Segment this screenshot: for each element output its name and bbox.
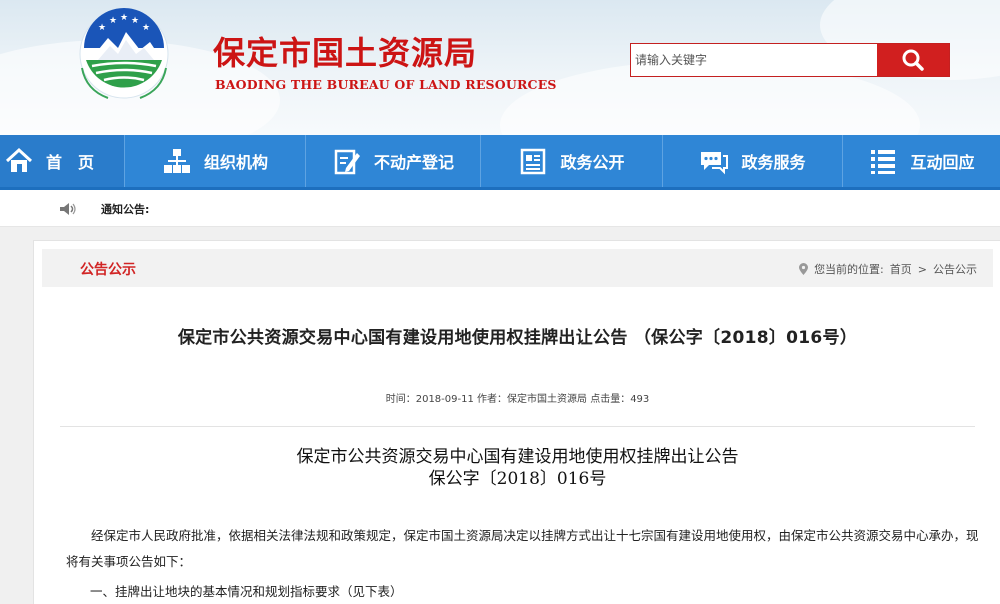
svg-text:★: ★ <box>120 13 128 23</box>
location-pin-icon <box>799 263 809 275</box>
speaker-icon <box>60 203 76 215</box>
article-paragraph: 经保定市人民政府批准，依据相关法律法规和政策规定，保定市国土资源局决定以挂牌方式… <box>66 528 979 569</box>
nav-label: 互动回应 <box>910 153 975 172</box>
nav-item-interaction[interactable]: 互动回应 <box>843 135 1000 187</box>
list-icon <box>871 150 896 174</box>
svg-text:★: ★ <box>98 23 106 33</box>
document-number: 保公字〔2018〕016号 <box>428 469 607 489</box>
svg-text:★: ★ <box>109 16 117 26</box>
document-title-line: 保定市公共资源交易中心国有建设用地使用权挂牌出让公告 <box>296 447 739 467</box>
notice-label: 通知公告: <box>101 203 150 216</box>
nav-item-home[interactable]: 首 页 <box>0 135 125 187</box>
main-nav: 首 页 组织机构 不动产登记 政务公开 政务服务 互动回应 <box>0 135 1000 190</box>
nav-item-government-services[interactable]: 政务服务 <box>663 135 843 187</box>
notice-bar: 通知公告: <box>0 190 1000 227</box>
section-header: 公告公示 您当前的位置: 首页 > 公告公示 <box>42 249 993 287</box>
content-panel: 公告公示 您当前的位置: 首页 > 公告公示 保定市公共资源交易中心国有建设用地… <box>33 240 1000 604</box>
svg-text:★: ★ <box>142 23 150 33</box>
breadcrumb-home-link[interactable]: 首页 <box>890 261 912 277</box>
nav-label: 不动产登记 <box>373 153 454 172</box>
home-icon <box>5 147 33 172</box>
breadcrumb-current[interactable]: 公告公示 <box>933 261 977 277</box>
divider <box>60 426 975 427</box>
document-title: 保定市公共资源交易中心国有建设用地使用权挂牌出让公告 保公字〔2018〕016号 <box>34 446 1000 490</box>
nav-label: 组织机构 <box>203 153 268 172</box>
breadcrumb: 您当前的位置: 首页 > 公告公示 <box>799 261 977 277</box>
nav-label: 政务公开 <box>560 153 625 172</box>
org-chart-icon <box>163 149 190 173</box>
bureau-logo-icon: ★ ★ ★ ★ ★ <box>79 8 169 99</box>
search-button[interactable] <box>877 44 949 76</box>
nav-item-real-estate-registration[interactable]: 不动产登记 <box>306 135 481 187</box>
location-label: 您当前的位置: <box>814 263 884 276</box>
news-document-icon <box>521 148 546 175</box>
svg-text:★: ★ <box>131 16 139 26</box>
site-subtitle: BAODING THE BUREAU OF LAND RESOURCES <box>215 77 557 92</box>
breadcrumb-separator: > <box>917 262 927 276</box>
search-icon <box>902 49 924 71</box>
site-title: 保定市国土资源局 <box>213 34 478 72</box>
search-input[interactable] <box>631 44 877 76</box>
edit-document-icon <box>334 149 360 175</box>
article-meta: 时间：2018-09-11 作者：保定市国土资源局 点击量：493 <box>385 394 650 405</box>
nav-item-organization[interactable]: 组织机构 <box>125 135 306 187</box>
chat-bubble-icon <box>701 152 729 175</box>
article-paragraph: 一、挂牌出让地块的基本情况和规划指标要求（见下表） <box>90 584 403 599</box>
section-title: 公告公示 <box>80 262 136 278</box>
nav-label: 首 页 <box>46 153 95 172</box>
nav-label: 政务服务 <box>741 153 806 172</box>
search-box <box>630 43 950 77</box>
article-title: 保定市公共资源交易中心国有建设用地使用权挂牌出让公告 （保公字〔2018〕016… <box>177 328 858 348</box>
site-header: ★ ★ ★ ★ ★ 保定市国土资源局 BAODING THE BUREAU OF… <box>0 0 1000 135</box>
nav-item-government-affairs[interactable]: 政务公开 <box>481 135 663 187</box>
